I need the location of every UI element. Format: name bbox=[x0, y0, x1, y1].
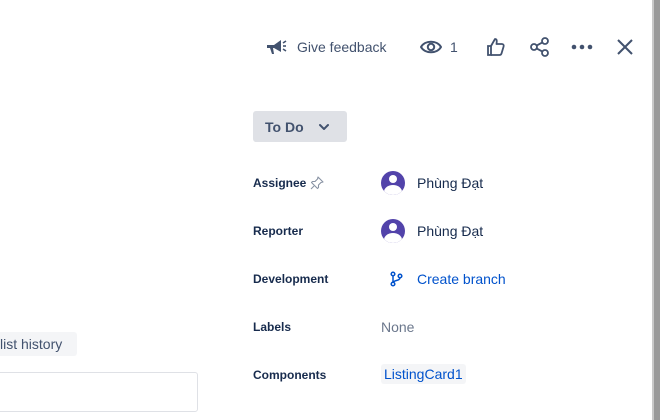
development-label: Development bbox=[253, 272, 329, 286]
reporter-label: Reporter bbox=[253, 224, 304, 238]
pin-icon[interactable] bbox=[310, 176, 324, 190]
give-feedback-button[interactable]: Give feedback bbox=[265, 34, 387, 60]
create-branch-link[interactable]: Create branch bbox=[381, 270, 506, 288]
history-tab-label: list history bbox=[0, 336, 63, 352]
share-icon bbox=[529, 37, 551, 57]
megaphone-icon bbox=[265, 37, 287, 57]
reporter-value[interactable]: Phùng Đạt bbox=[381, 219, 483, 243]
watch-button[interactable]: 1 bbox=[420, 34, 458, 60]
assignee-name: Phùng Đạt bbox=[417, 175, 484, 191]
more-icon bbox=[571, 44, 593, 50]
panel-edge bbox=[652, 0, 660, 420]
status-dropdown[interactable]: To Do bbox=[253, 111, 347, 142]
branch-icon bbox=[389, 271, 403, 287]
avatar bbox=[381, 219, 405, 243]
status-label: To Do bbox=[265, 118, 304, 135]
assignee-value[interactable]: Phùng Đạt bbox=[381, 171, 483, 195]
component-chip[interactable]: ListingCard1 bbox=[381, 364, 466, 384]
create-branch-label: Create branch bbox=[417, 271, 506, 287]
give-feedback-label: Give feedback bbox=[297, 39, 387, 55]
labels-value[interactable]: None bbox=[381, 319, 414, 335]
labels-label: Labels bbox=[253, 320, 292, 334]
assignee-label-row: Assignee bbox=[253, 176, 324, 190]
avatar bbox=[381, 171, 405, 195]
assignee-label: Assignee bbox=[253, 176, 307, 190]
components-label: Components bbox=[253, 368, 327, 382]
close-button[interactable] bbox=[615, 34, 635, 60]
components-value[interactable]: ListingCard1 bbox=[381, 364, 466, 384]
eye-icon bbox=[420, 39, 442, 55]
close-icon bbox=[615, 37, 635, 57]
history-tab[interactable]: list history bbox=[0, 332, 77, 356]
reporter-name: Phùng Đạt bbox=[417, 223, 484, 239]
thumbs-up-icon bbox=[486, 37, 506, 57]
more-actions-button[interactable] bbox=[571, 34, 593, 60]
watchers-count: 1 bbox=[450, 39, 458, 55]
share-button[interactable] bbox=[529, 34, 551, 60]
chevron-down-icon bbox=[318, 123, 330, 131]
like-button[interactable] bbox=[486, 34, 506, 60]
comment-input[interactable] bbox=[0, 372, 198, 412]
